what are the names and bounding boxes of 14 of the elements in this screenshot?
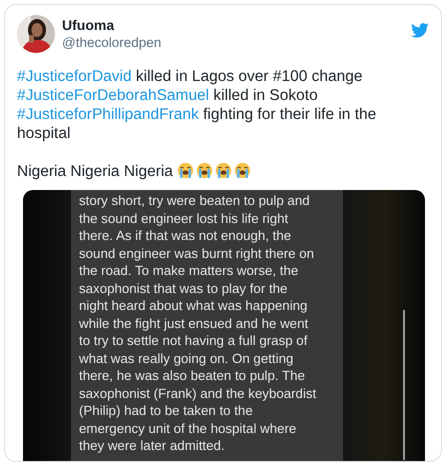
hashtag-link[interactable]: #JusticeforPhillipandFrank — [17, 106, 199, 123]
crying-face-icon — [177, 162, 194, 179]
crying-face-icon — [196, 162, 214, 179]
tweet-text: #JusticeforDavid killed in Lagos over #100 change #JusticeForDeborahSamuel killed in Sokoto #JusticeforPhillipandFrank fighting for their life in the hospital — [17, 67, 378, 143]
bird-icon[interactable] — [411, 23, 429, 38]
author-name[interactable]: Ufuoma — [62, 17, 411, 34]
crying-face-icon — [215, 162, 232, 179]
message-text: story short, try were beaten to pulp and the sound engineer lost his life right there. As if that was not enough, the sound engineer was burnt right there on the road. To make matters worse, the saxophonist that was to play for the night heard about what was happening while the fight just ensued and he went to try to settle not having a full grasp of what was really going on. On getting there, he was also beaten to pulp. The saxophonist (Frank) and the keyboardist (Philip) had to be taken to the emergency unit of the hospital where they were later admitted. — [79, 192, 318, 454]
tweet-text: Nigeria Nigeria Nigeria — [17, 162, 429, 181]
media-screenshot[interactable] — [23, 190, 425, 461]
author-handle[interactable]: @thecoloredpen — [62, 34, 411, 51]
hashtag-link[interactable]: #JusticeForDeborahSamuel — [17, 87, 210, 104]
crying-face-icon — [234, 162, 252, 179]
hashtag-link[interactable]: #JusticeforDavid — [17, 68, 132, 85]
